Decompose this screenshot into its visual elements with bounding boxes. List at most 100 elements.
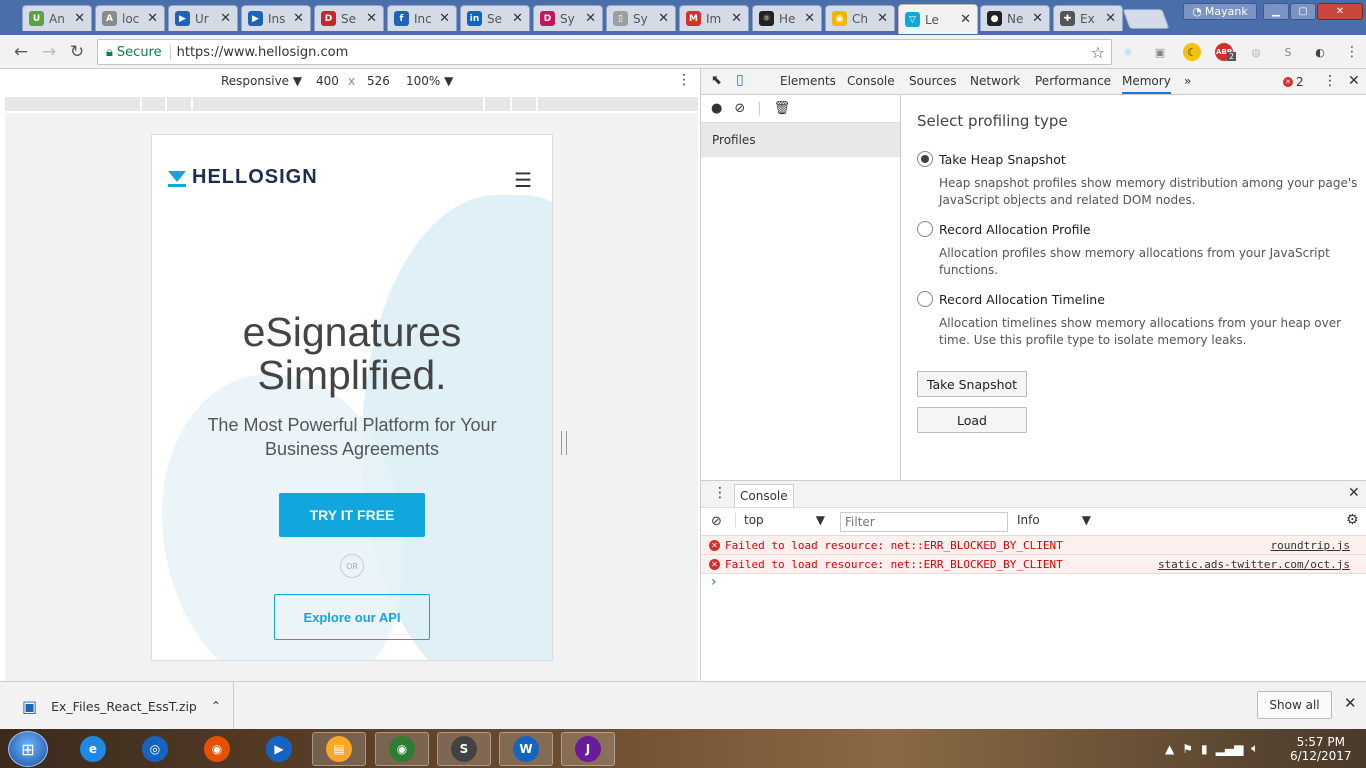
new-tab-button[interactable]: [1122, 9, 1170, 29]
tab-close-icon[interactable]: ✕: [293, 11, 304, 26]
device-more-icon[interactable]: ⋮: [677, 72, 691, 88]
forward-icon[interactable]: →: [38, 41, 60, 63]
network-warning-icon[interactable]: ⚑: [1182, 742, 1193, 756]
console-settings-icon[interactable]: ⚙: [1346, 512, 1359, 528]
secure-indicator[interactable]: 🔒︎ Secure: [106, 44, 171, 60]
battery-icon[interactable]: ▮: [1201, 742, 1208, 756]
device-height-input[interactable]: 526: [367, 74, 390, 88]
taskbar-app[interactable]: ▶: [252, 732, 306, 766]
start-button[interactable]: ⊞: [8, 731, 48, 767]
zoom-select[interactable]: 100% ▼: [406, 74, 453, 88]
browser-tab[interactable]: U An ✕: [22, 5, 92, 31]
taskbar-app[interactable]: ◉: [190, 732, 244, 766]
maximize-button[interactable]: ▢: [1290, 3, 1316, 20]
browser-tab[interactable]: D Se ✕: [314, 5, 384, 31]
clear-icon[interactable]: ⊘: [734, 101, 745, 116]
tab-close-icon[interactable]: ✕: [1032, 11, 1043, 26]
hamburger-menu-icon[interactable]: ☰: [514, 168, 532, 192]
show-all-button[interactable]: Show all: [1257, 691, 1332, 719]
browser-tab[interactable]: ▶ Ur ✕: [168, 5, 238, 31]
tab-close-icon[interactable]: ✕: [147, 11, 158, 26]
taskbar-app[interactable]: ▤: [312, 732, 366, 766]
device-width-input[interactable]: 400: [316, 74, 339, 88]
tab-sources[interactable]: Sources: [909, 74, 956, 88]
tab-close-icon[interactable]: ✕: [1105, 11, 1116, 26]
url-text[interactable]: https://www.hellosign.com: [177, 45, 349, 60]
browser-tab[interactable]: ▶ Ins ✕: [241, 5, 311, 31]
tab-close-icon[interactable]: ✕: [512, 11, 523, 26]
tab-close-icon[interactable]: ✕: [220, 11, 231, 26]
device-mode-select[interactable]: Responsive ▼: [221, 74, 302, 88]
show-hidden-icons[interactable]: ▲: [1165, 742, 1174, 756]
load-button[interactable]: Load: [917, 407, 1027, 433]
try-it-free-button[interactable]: TRY IT FREE: [279, 493, 425, 537]
console-filter-input[interactable]: [840, 512, 1008, 532]
tab-close-icon[interactable]: ✕: [74, 11, 85, 26]
chevron-up-icon[interactable]: ⌃: [211, 699, 221, 713]
context-select[interactable]: top ▼: [735, 513, 825, 527]
download-item[interactable]: ▣ Ex_Files_React_EssT.zip ⌃: [14, 682, 234, 730]
heap-snapshot-option[interactable]: Take Heap Snapshot: [917, 151, 1066, 167]
allocation-profile-option[interactable]: Record Allocation Profile: [917, 221, 1091, 237]
record-icon[interactable]: ●: [711, 101, 722, 116]
more-tabs-icon[interactable]: »: [1184, 74, 1191, 88]
browser-tab[interactable]: ◉ Ch ✕: [825, 5, 895, 31]
tab-console[interactable]: Console: [847, 74, 895, 88]
tab-close-icon[interactable]: ✕: [585, 11, 596, 26]
signal-icon[interactable]: ▂▄▆: [1216, 742, 1244, 756]
browser-tab[interactable]: ✚ Ex ✕: [1053, 5, 1123, 31]
extension-icon[interactable]: ▣: [1151, 43, 1169, 61]
browser-tab[interactable]: ▯ Sy ✕: [606, 5, 676, 31]
system-clock[interactable]: 5:57 PM 6/12/2017: [1290, 735, 1352, 763]
address-bar[interactable]: 🔒︎ Secure https://www.hellosign.com ☆: [97, 39, 1112, 65]
moon-icon[interactable]: ☾: [1183, 43, 1201, 61]
error-counter[interactable]: ✕ 2: [1283, 75, 1304, 89]
bookmark-star-icon[interactable]: ☆: [1091, 43, 1105, 62]
explore-api-button[interactable]: Explore our API: [274, 594, 430, 640]
volume-icon[interactable]: 🔈︎: [1251, 741, 1258, 756]
chrome-menu-icon[interactable]: ⋮: [1343, 43, 1361, 61]
globe-icon[interactable]: ◍: [1247, 43, 1265, 61]
taskbar-app[interactable]: J: [561, 732, 615, 766]
error-source-link[interactable]: static.ads-twitter.com/oct.js: [1158, 558, 1350, 571]
close-window-button[interactable]: ✕: [1317, 3, 1363, 20]
skype-icon[interactable]: S: [1279, 43, 1297, 61]
ghostery-icon[interactable]: ◐: [1311, 43, 1329, 61]
devtools-menu-icon[interactable]: ⋮: [1323, 73, 1337, 89]
error-source-link[interactable]: roundtrip.js: [1271, 539, 1350, 552]
take-snapshot-button[interactable]: Take Snapshot: [917, 371, 1027, 397]
device-toggle-icon[interactable]: ▯: [736, 72, 744, 88]
inspect-element-icon[interactable]: ⬉: [711, 73, 722, 88]
tab-close-icon[interactable]: ✕: [658, 11, 669, 26]
tab-network[interactable]: Network: [970, 74, 1020, 88]
browser-tab[interactable]: ▽ Le ✕: [898, 4, 978, 34]
back-icon[interactable]: ←: [10, 41, 32, 63]
radio-allocation-timeline[interactable]: [917, 291, 933, 307]
browser-tab[interactable]: ● Ne ✕: [980, 5, 1050, 31]
hellosign-logo[interactable]: HELLOSIGN: [166, 166, 318, 189]
tab-memory[interactable]: Memory: [1122, 74, 1171, 94]
radio-allocation-profile[interactable]: [917, 221, 933, 237]
browser-tab[interactable]: in Se ✕: [460, 5, 530, 31]
download-bar-close-icon[interactable]: ✕: [1344, 694, 1357, 712]
drawer-close-icon[interactable]: ✕: [1348, 485, 1360, 501]
console-prompt[interactable]: ›: [701, 574, 1366, 594]
taskbar-app[interactable]: ◉: [375, 732, 429, 766]
trash-icon[interactable]: 🗑︎: [774, 101, 791, 116]
tab-close-icon[interactable]: ✕: [877, 11, 888, 26]
taskbar-app[interactable]: ◎: [128, 732, 182, 766]
tab-close-icon[interactable]: ✕: [439, 11, 450, 26]
radio-heap-snapshot[interactable]: [917, 151, 933, 167]
browser-tab[interactable]: f Inc ✕: [387, 5, 457, 31]
reload-icon[interactable]: ↻: [66, 41, 88, 63]
console-drawer-tab[interactable]: Console: [734, 484, 794, 507]
browser-tab[interactable]: Aloc ✕: [95, 5, 165, 31]
tab-close-icon[interactable]: ✕: [960, 12, 971, 27]
browser-tab[interactable]: M Im ✕: [679, 5, 749, 31]
profile-button[interactable]: ◔ Mayank: [1183, 3, 1257, 20]
log-level-select[interactable]: Info ▼: [1017, 513, 1091, 527]
tab-close-icon[interactable]: ✕: [804, 11, 815, 26]
allocation-timeline-option[interactable]: Record Allocation Timeline: [917, 291, 1105, 307]
tab-close-icon[interactable]: ✕: [731, 11, 742, 26]
devtools-close-icon[interactable]: ✕: [1348, 73, 1360, 89]
